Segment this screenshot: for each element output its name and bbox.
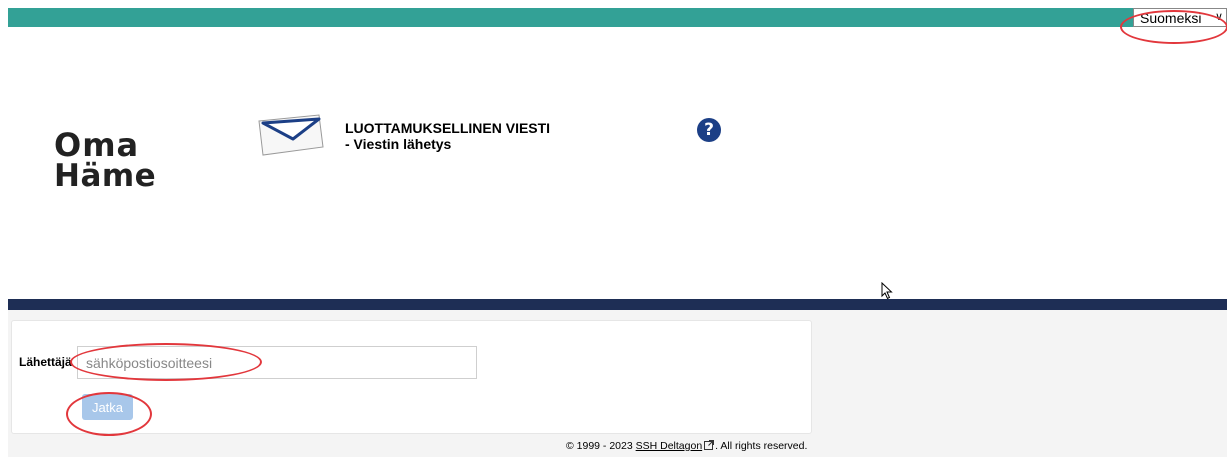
page-title-main: LUOTTAMUKSELLINEN VIESTI [345, 120, 551, 136]
help-icon[interactable]: ? [697, 118, 721, 142]
language-select[interactable]: Suomeksi ∨ [1133, 8, 1227, 27]
oma-hame-logo: Oma Häme [54, 126, 157, 194]
page-title: LUOTTAMUKSELLINEN VIESTI - Viestin lähet… [345, 120, 550, 152]
continue-button[interactable]: Jatka [82, 394, 133, 420]
logo-line-1: Oma [54, 126, 140, 164]
footer: © 1999 - 2023 SSH Deltagon . All rights r… [566, 440, 807, 452]
sender-label: Lähettäjä [19, 355, 72, 369]
navigation-bar [8, 299, 1227, 310]
sender-email-input[interactable] [77, 346, 477, 379]
page-title-sub: - Viestin lähetys [345, 136, 452, 152]
language-select-value: Suomeksi [1140, 9, 1202, 26]
footer-copyright: © 1999 - 2023 [566, 440, 633, 452]
mouse-cursor-icon [881, 282, 893, 300]
logo-line-2: Häme [54, 158, 157, 194]
external-link-icon [704, 440, 715, 450]
footer-rights: . All rights reserved. [715, 440, 808, 452]
chevron-down-icon: ∨ [1214, 11, 1223, 23]
envelope-icon [258, 114, 324, 156]
top-accent-bar [8, 8, 1227, 27]
ssh-deltagon-link[interactable]: SSH Deltagon [636, 440, 703, 452]
